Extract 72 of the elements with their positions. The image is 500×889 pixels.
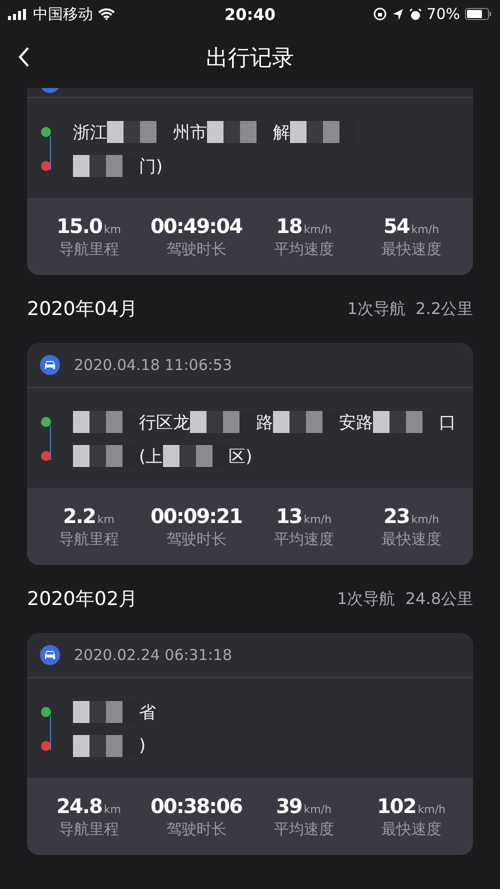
- battery-icon: [465, 8, 492, 20]
- stat-label: 导航里程: [58, 820, 119, 839]
- address-text: 区): [228, 446, 252, 468]
- location-arrow-icon: [392, 8, 404, 20]
- stat-value: 13: [276, 504, 302, 528]
- stat-value: 102: [376, 794, 416, 818]
- stat-label: 平均速度: [274, 240, 334, 259]
- stat-unit: km: [97, 513, 115, 526]
- address-text: 浙江: [73, 122, 107, 144]
- address-text: 口: [439, 412, 456, 434]
- stat-value: 00:09:21: [150, 504, 242, 528]
- address-text: ): [139, 736, 146, 756]
- end-point-icon: [41, 161, 51, 171]
- stat-label: 导航里程: [58, 530, 119, 549]
- address-text: 解: [273, 122, 290, 144]
- stat-value: 39: [276, 794, 302, 818]
- clock-time: 20:40: [224, 4, 276, 24]
- stat-unit: km/h: [304, 223, 332, 236]
- end-point-icon: [41, 451, 51, 461]
- car-icon: [40, 355, 60, 375]
- start-point-icon: [41, 127, 51, 137]
- address-text: 省: [139, 702, 156, 724]
- stat-label: 最快速度: [381, 820, 442, 839]
- stat-label: 驾驶时长: [166, 820, 226, 839]
- stat-unit: km: [104, 223, 121, 236]
- address-text: (上: [139, 446, 163, 468]
- stat-label: 驾驶时长: [166, 240, 226, 259]
- stat-value: 54: [383, 214, 410, 238]
- month-heading: 2020年04月: [27, 297, 138, 322]
- month-summary: 1次导航 2.2公里: [347, 298, 473, 320]
- stat-unit: km/h: [418, 803, 446, 816]
- stat-unit: km/h: [411, 513, 440, 526]
- stat-unit: km: [104, 803, 121, 816]
- wifi-icon: [98, 8, 115, 20]
- page-title: 出行记录: [206, 45, 294, 73]
- stat-value: 18: [276, 214, 302, 238]
- month-heading: 2020年02月: [27, 587, 138, 612]
- start-point-icon: [41, 707, 51, 717]
- stat-value: 00:38:06: [150, 794, 242, 818]
- stat-unit: km/h: [304, 803, 332, 816]
- address-text: 门): [139, 156, 163, 178]
- stat-unit: km/h: [411, 223, 440, 236]
- carrier-name: 中国移动: [33, 4, 93, 24]
- stat-value: 2.2: [62, 504, 96, 528]
- month-summary: 1次导航 24.8公里: [337, 588, 473, 610]
- trip-card[interactable]: 2020.04.18 11:06:53 行区龙 路 安路 口 (上 区) 2.2 km 导航里程 00:09:21 驾驶时长 13 km/h 平均速度 23 km/h 最快速度: [27, 343, 473, 565]
- start-point-icon: [41, 417, 51, 427]
- rotation-lock-icon: [372, 7, 387, 21]
- end-point-icon: [41, 741, 51, 751]
- stat-label: 驾驶时长: [166, 530, 226, 549]
- stat-value: 24.8: [56, 794, 102, 818]
- trip-card[interactable]: 2020.02.24 06:31:18 省 ) 24.8 km 导航里程 00:38:06 驾驶时长 39 km/h 平均速度 102 km/h 最快速度: [27, 633, 473, 855]
- address-text: 行区龙: [139, 412, 190, 434]
- trip-time: 2020.02.24 06:31:18: [74, 646, 232, 664]
- alarm-icon: [408, 8, 422, 20]
- stat-value: 15.0: [56, 214, 102, 238]
- stat-value: 23: [383, 504, 410, 528]
- stat-value: 00:49:04: [150, 214, 242, 238]
- trip-card[interactable]: 浙江 州市 解 门) 15.0 km 导航里程 00:49:04 驾驶时长 18 km/h 平均速度 54 km/h 最快速度: [27, 88, 473, 275]
- battery-percentage: 70%: [426, 5, 460, 23]
- address-text: 路: [256, 412, 273, 434]
- stat-label: 平均速度: [274, 530, 334, 549]
- signal-icon: [8, 8, 28, 20]
- stat-label: 最快速度: [381, 240, 442, 259]
- car-icon: [40, 645, 60, 665]
- trip-time: 2020.04.18 11:06:53: [74, 356, 232, 374]
- address-text: 安路: [339, 412, 373, 434]
- stat-unit: km/h: [304, 513, 332, 526]
- address-text: 州市: [173, 122, 207, 144]
- stat-label: 导航里程: [58, 240, 119, 259]
- stat-label: 平均速度: [274, 820, 334, 839]
- stat-label: 最快速度: [381, 530, 442, 549]
